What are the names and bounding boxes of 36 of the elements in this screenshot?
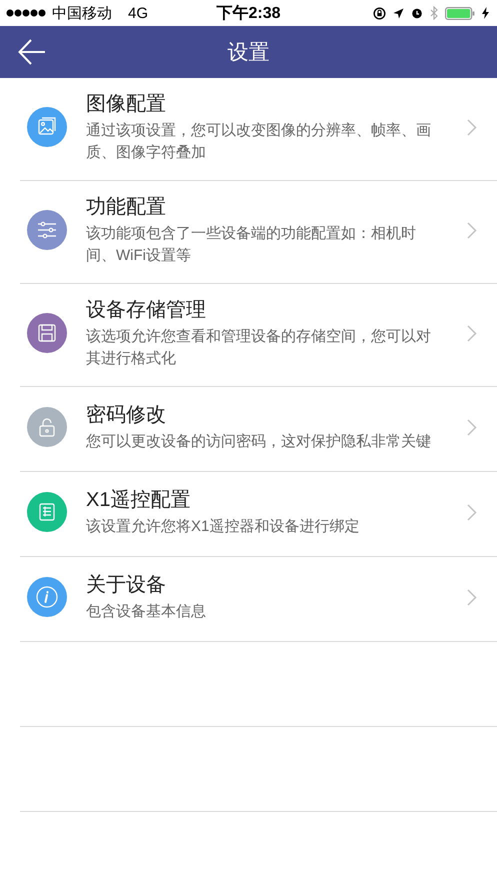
chevron-right-icon: [467, 222, 477, 238]
chevron-right-icon: [467, 418, 477, 436]
location-icon: [393, 8, 404, 18]
network-type: 4G: [128, 4, 148, 22]
settings-item[interactable]: 设备存储管理 该选项允许您查看和管理设备的存储空间，您可以对其进行格式化: [20, 284, 497, 387]
chevron-right-icon: [467, 504, 477, 520]
item-title: 设备存储管理: [86, 298, 207, 323]
status-time: 下午2:38: [216, 4, 281, 24]
settings-item[interactable]: 功能配置 该功能项包含了一些设备端的功能配置如：相机时间、WiFi设置等: [20, 181, 497, 284]
page-title: 设置: [228, 40, 270, 66]
settings-item[interactable]: X1遥控配置 该设置允许您将X1遥控器和设备进行绑定: [20, 472, 497, 557]
alarm-icon: [411, 7, 423, 19]
signal-icon: [6, 9, 46, 17]
back-arrow-icon[interactable]: [18, 39, 46, 65]
item-title: 图像配置: [86, 92, 167, 117]
item-title: X1遥控配置: [86, 488, 192, 513]
item-title: 功能配置: [86, 195, 167, 220]
settings-item[interactable]: 关于设备 包含设备基本信息: [20, 557, 497, 642]
item-description: 该选项允许您查看和管理设备的存储空间，您可以对其进行格式化: [86, 327, 432, 369]
chevron-right-icon: [467, 588, 477, 606]
item-description: 包含设备基本信息: [86, 602, 207, 622]
carrier-name: 中国移动: [52, 4, 112, 22]
settings-item[interactable]: 图像配置 通过该项设置，您可以改变图像的分辨率、帧率、画质、图像字符叠加: [20, 78, 497, 181]
chevron-right-icon: [467, 324, 477, 342]
charging-icon: [482, 7, 489, 19]
settings-item[interactable]: 密码修改 您可以更改设备的访问密码，这对保护隐私非常关键: [20, 387, 497, 472]
item-description: 您可以更改设备的访问密码，这对保护隐私非常关键: [86, 432, 432, 452]
bluetooth-icon: [430, 6, 438, 20]
item-title: 密码修改: [86, 403, 167, 428]
item-description: 该设置允许您将X1遥控器和设备进行绑定: [86, 517, 360, 537]
chevron-right-icon: [467, 118, 477, 136]
item-description: 该功能项包含了一些设备端的功能配置如：相机时间、WiFi设置等: [86, 224, 417, 266]
item-description: 通过该项设置，您可以改变图像的分辨率、帧率、画质、图像字符叠加: [86, 121, 432, 163]
battery-icon: [445, 6, 475, 20]
item-title: 关于设备: [86, 573, 167, 598]
rotation-lock-icon: [373, 6, 386, 20]
